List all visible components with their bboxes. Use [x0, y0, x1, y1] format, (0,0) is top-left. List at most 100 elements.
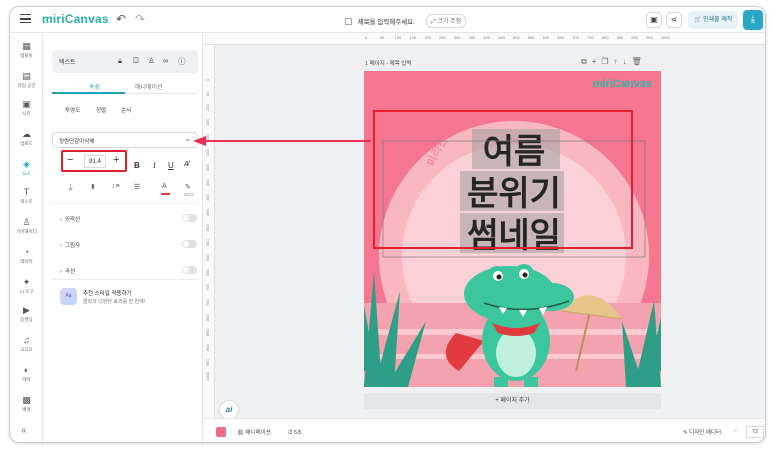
- rail-item-icon: ▩: [22, 395, 31, 405]
- copy-page-icon[interactable]: ❐: [601, 57, 613, 66]
- decrease-size-button[interactable]: −: [67, 154, 73, 166]
- font-size-stepper[interactable]: − 91.4 +: [61, 150, 127, 172]
- page-color-swatch[interactable]: [216, 427, 226, 437]
- undo-icon[interactable]: ↶: [116, 12, 126, 26]
- move-down-icon[interactable]: ↓: [623, 57, 632, 66]
- page-label[interactable]: 1 페이지 - 제목 입력: [365, 59, 411, 67]
- recommend-style-subtitle: 클릭과 다양한 효과를 한 번에!: [83, 299, 146, 305]
- move-up-icon[interactable]: ↑: [614, 57, 623, 66]
- font-family-select[interactable]: 정원단감아삭체 ⌄: [52, 132, 198, 148]
- rail-item-label: 템플릿: [20, 53, 33, 58]
- download-button[interactable]: ⤓: [743, 10, 763, 30]
- chevron-down-icon: ⌄: [184, 134, 191, 143]
- rail-item-4[interactable]: ◈ 요소: [10, 159, 43, 177]
- info-icon[interactable]: ⓘ: [178, 56, 186, 67]
- bold-button[interactable]: B: [134, 161, 140, 170]
- rail-item-label: 동영상: [20, 317, 33, 322]
- highlight-icon[interactable]: ✎: [185, 183, 191, 191]
- resize-chip[interactable]: ⤢ 크기 조정: [425, 14, 467, 28]
- tab-properties[interactable]: 속성: [89, 82, 100, 91]
- rail-item-5[interactable]: T 텍스트: [10, 187, 43, 205]
- rail-item-11[interactable]: ◐ 테마: [10, 365, 43, 383]
- align-center-icon[interactable]: ⬍: [90, 183, 96, 191]
- divider: [52, 203, 198, 204]
- outline-section[interactable]: › 외곽선: [60, 215, 80, 223]
- menu-icon[interactable]: [20, 14, 31, 23]
- rail-item-icon: ☁: [22, 129, 31, 139]
- text-style-icon[interactable]: A̸: [184, 161, 189, 168]
- add-page-button[interactable]: + 페이지 추가: [364, 393, 661, 409]
- curve-toggle[interactable]: [182, 266, 197, 274]
- ruler-tick: 800: [601, 35, 609, 40]
- tool-rail: ▦ 템플릿 ▤ 작업 공간 ▣ 사진 ☁ 업로드 ◈ 요소 T 텍스트 ♙ 기어해이터 ◔ 데이터 ✦ AI 도구…: [10, 33, 43, 442]
- rail-item-7[interactable]: ◔ 데이터: [10, 247, 43, 265]
- rail-item-6[interactable]: ♙ 기어해이터: [10, 217, 43, 235]
- align-button[interactable]: 정렬: [96, 106, 106, 114]
- share-icon[interactable]: ⋖: [666, 12, 682, 28]
- clipboard-icon[interactable]: ♙: [148, 56, 155, 65]
- shadow-section[interactable]: › 그림자: [60, 241, 80, 249]
- font-size-input[interactable]: 91.4: [84, 155, 106, 168]
- text-selection-callout: [373, 110, 633, 249]
- callout-arrow-head: [193, 136, 206, 146]
- ruler-tick: 350: [205, 179, 210, 186]
- rail-item-10[interactable]: ♫ 오디오: [10, 335, 43, 353]
- rail-item-1[interactable]: ▤ 작업 공간: [10, 71, 43, 89]
- rail-item-12[interactable]: ▩ 배경: [10, 395, 43, 413]
- outline-toggle[interactable]: [182, 214, 197, 222]
- top-bar: miriCanvas ↶ ↷ ▢ 제목을 입력해주세요. ⤢ 크기 조정 ▣ ⋖…: [10, 7, 765, 33]
- order-button[interactable]: 순서: [121, 106, 131, 114]
- opacity-button[interactable]: 투명도: [65, 106, 80, 114]
- list-icon[interactable]: ☰: [134, 183, 140, 191]
- object-label: 텍스트: [59, 60, 76, 66]
- italic-button[interactable]: I: [153, 161, 156, 170]
- shadow-toggle[interactable]: [182, 240, 197, 248]
- rail-item-label: 업로드: [20, 141, 33, 146]
- zoom-out-button[interactable]: −: [734, 428, 737, 434]
- rail-item-8[interactable]: ✦ AI 도구: [10, 277, 43, 295]
- redo-icon[interactable]: ↷: [135, 12, 145, 26]
- ai-assistant-button[interactable]: ai: [219, 400, 239, 420]
- rail-item-icon: T: [23, 187, 30, 197]
- tab-animation[interactable]: 애니메이션: [135, 82, 163, 91]
- collapse-panel-icon[interactable]: «: [21, 425, 27, 436]
- delete-page-icon[interactable]: 🗑︎: [632, 57, 647, 66]
- increase-size-button[interactable]: +: [113, 154, 119, 166]
- rail-item-9[interactable]: ▶ 동영상: [10, 305, 43, 323]
- zoom-input[interactable]: 72: [746, 426, 764, 438]
- app-logo[interactable]: miriCanvas: [42, 12, 109, 26]
- print-button[interactable]: 🛒 인쇄물 제작: [688, 11, 739, 29]
- underline-button[interactable]: U: [168, 161, 174, 170]
- title-input[interactable]: ▢ 제목을 입력해주세요. ⤢ 크기 조정: [344, 14, 467, 28]
- ruler-tick: 800: [205, 314, 210, 321]
- design-editor-button[interactable]: ✎ 디자인 에디터: [683, 428, 721, 436]
- ruler-tick: 300: [205, 164, 210, 171]
- ruler-tick: 600: [542, 35, 550, 40]
- rail-item-0[interactable]: ▦ 템플릿: [10, 41, 43, 59]
- lock-icon[interactable]: 🔒︎: [118, 56, 122, 66]
- strikethrough-icon[interactable]: ⏚: [67, 183, 74, 193]
- text-color-icon[interactable]: A: [162, 183, 167, 190]
- curve-section[interactable]: › 곡선: [60, 267, 75, 275]
- divider: [52, 279, 198, 280]
- ruler-tick: 500: [205, 224, 210, 231]
- link-icon[interactable]: ∞: [163, 56, 168, 65]
- rail-item-label: 사진: [22, 111, 31, 116]
- ruler-tick: 850: [616, 35, 624, 40]
- recommend-style-icon[interactable]: Aa: [60, 288, 77, 305]
- rail-item-2[interactable]: ▣ 사진: [10, 99, 43, 117]
- animation-button[interactable]: ⛓ 애니메이션: [237, 428, 271, 436]
- duration-button[interactable]: ⏱ 5초: [288, 428, 302, 437]
- rail-item-3[interactable]: ☁ 업로드: [10, 129, 43, 147]
- rail-item-icon: ♙: [22, 217, 31, 227]
- line-height-icon[interactable]: ↕≡: [112, 183, 120, 190]
- save-icon[interactable]: ▣: [646, 12, 662, 28]
- duplicate-page-icon[interactable]: ⧉: [581, 57, 592, 66]
- rail-item-icon: ▤: [22, 71, 31, 81]
- ruler-tick: 450: [205, 209, 210, 216]
- add-page-icon[interactable]: +: [592, 57, 602, 66]
- paint-roller-icon[interactable]: ⛋: [133, 56, 139, 66]
- rail-item-label: 테마: [22, 377, 31, 382]
- ruler-tick: 250: [205, 149, 210, 156]
- recommend-style-title[interactable]: 추천 스타일 적용하기: [83, 289, 132, 297]
